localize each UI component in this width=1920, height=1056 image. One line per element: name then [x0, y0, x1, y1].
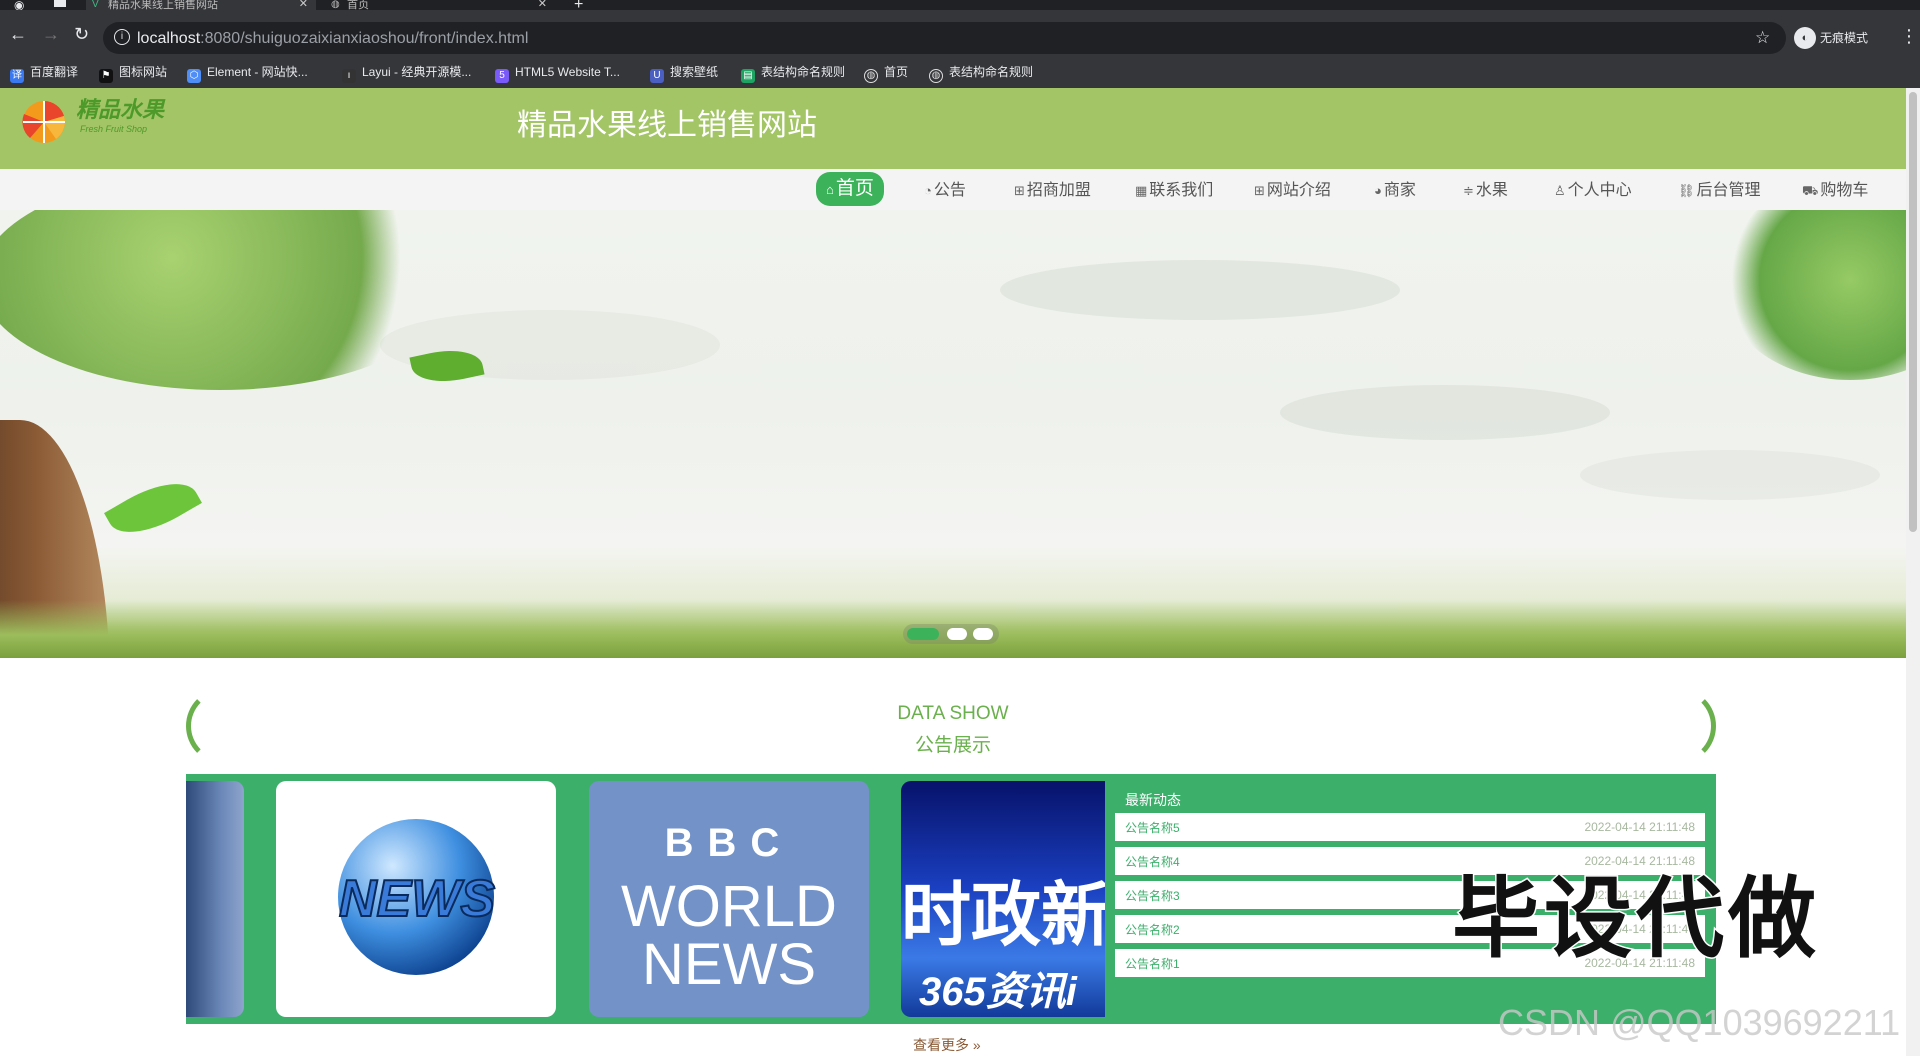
incognito-indicator[interactable]: ◐ 无痕模式: [1794, 26, 1868, 50]
flag-icon: ⚑: [99, 69, 113, 83]
nav-cart[interactable]: ⛟ 购物车: [1802, 178, 1868, 204]
gift-icon: ⊞: [1014, 183, 1025, 198]
url-host: localhost: [137, 30, 201, 47]
translate-icon: 译: [10, 69, 24, 83]
banner-carousel[interactable]: [0, 210, 1906, 658]
bookmark-star-icon[interactable]: ☆: [1755, 28, 1770, 48]
incognito-label: 无痕模式: [1820, 31, 1869, 45]
apps-icon: ⊞: [1254, 183, 1265, 198]
site-info-icon[interactable]: i: [114, 29, 130, 45]
element-icon: ⬡: [187, 69, 201, 83]
close-tab-icon[interactable]: ✕: [299, 0, 308, 10]
tree-foliage: [0, 210, 460, 390]
banner-cloud: [1580, 450, 1880, 500]
falling-leaf: [104, 468, 202, 548]
back-icon[interactable]: ←: [9, 24, 27, 44]
nav-user-center[interactable]: ♙ 个人中心: [1554, 178, 1632, 204]
news-title: 公告名称3: [1125, 889, 1180, 903]
nav-merchant[interactable]: ◕ 商家: [1374, 178, 1416, 204]
bookmark-item[interactable]: 5 HTML5 Website T...: [495, 62, 620, 83]
site-title: 精品水果线上销售网站: [517, 109, 817, 142]
user-icon: ♙: [1554, 183, 1566, 198]
carousel-dot[interactable]: [947, 628, 967, 640]
sliders-icon: ≑: [1463, 183, 1474, 198]
globe-icon: ◍: [331, 0, 340, 10]
bookmark-item[interactable]: ◍ 首页: [864, 62, 908, 83]
url-path: :8080/shuiguozaixianxiaoshou/front/index…: [200, 30, 529, 47]
forward-icon[interactable]: →: [42, 24, 60, 44]
grid-icon: ▦: [1135, 183, 1148, 198]
wallpaper-icon: U: [650, 69, 664, 83]
tab-search-icon[interactable]: [54, 0, 66, 7]
gauge-icon: ◔: [924, 183, 932, 198]
incognito-icon: ◐: [1794, 27, 1816, 49]
nav-franchise[interactable]: ⊞ 招商加盟: [1014, 178, 1091, 204]
globe-news-text: NEWS: [338, 869, 496, 929]
home-icon: ⌂: [826, 182, 834, 197]
url-text[interactable]: localhost:8080/shuiguozaixianxiaoshou/fr…: [137, 29, 528, 49]
news-date: 2022-04-14 21:11:48: [1584, 820, 1695, 834]
datashow-title-en: DATA SHOW: [897, 703, 1009, 724]
carousel-dot-active[interactable]: [907, 628, 939, 640]
bookmark-item[interactable]: 译百度翻译: [10, 62, 78, 83]
menu-kebab-icon[interactable]: ⋮: [1900, 26, 1918, 47]
carousel-dot[interactable]: [973, 628, 993, 640]
nav-home[interactable]: ⌂ 首页: [816, 172, 884, 206]
html5-icon: 5: [495, 69, 509, 83]
notice-card-bbc[interactable]: BBC WORLD NEWS: [589, 781, 869, 1017]
bookmark-item[interactable]: ı Layui - 经典开源模...: [342, 62, 471, 83]
bookmark-item[interactable]: U 搜索壁纸: [650, 62, 718, 83]
news-title: 公告名称5: [1125, 821, 1180, 835]
news-title: 公告名称2: [1125, 923, 1180, 937]
bookmark-item[interactable]: ⚑ 图标网站: [99, 62, 167, 83]
view-more-link[interactable]: 查看更多 »: [913, 1035, 981, 1055]
watermark: CSDN @QQ1039692211: [1498, 1002, 1901, 1043]
notice-card-globe[interactable]: NEWS: [276, 781, 556, 1017]
datashow-title-cn: 公告展示: [914, 735, 991, 756]
globe-icon: ◍: [929, 69, 943, 83]
logo-text: 精品水果: [76, 97, 165, 122]
cart-icon: ⛟: [1802, 183, 1819, 198]
bookmark-item[interactable]: ▤ 表结构命名规则: [741, 62, 845, 83]
notice-card-politics[interactable]: 时政新 365资讯i: [901, 781, 1105, 1017]
news-title: 公告名称1: [1125, 957, 1180, 971]
palette-icon: ◕: [1374, 183, 1382, 198]
globe-icon: ◍: [864, 69, 878, 83]
bookmark-item[interactable]: ⬡ Element - 网站快...: [187, 62, 308, 83]
nav-notice[interactable]: ◔ 公告: [924, 178, 966, 204]
news-title: 公告名称4: [1125, 855, 1180, 869]
scrollbar-thumb[interactable]: [1909, 92, 1917, 532]
link-icon: ⛓: [1678, 183, 1695, 198]
tab-title: 精品水果线上销售网站: [108, 0, 218, 10]
reload-icon[interactable]: ↻: [74, 24, 89, 44]
banner-cloud: [1000, 260, 1400, 320]
double-chevron-right-icon: »: [972, 1037, 981, 1053]
banner-cloud: [1280, 385, 1610, 440]
nav-contact[interactable]: ▦ 联系我们: [1135, 178, 1213, 204]
nav-fruit[interactable]: ≑ 水果: [1463, 178, 1508, 204]
notice-card-partial[interactable]: [186, 781, 244, 1017]
nav-admin[interactable]: ⛓ 后台管理: [1678, 178, 1761, 204]
bbc-text: BBC: [664, 821, 794, 865]
tab-2[interactable]: ◍ 首页 ✕: [325, 0, 555, 10]
politics-text: 时政新: [901, 876, 1105, 954]
site-header: [0, 88, 1906, 169]
logo-subtext: Fresh Fruit Shop: [80, 124, 148, 134]
close-tab-icon[interactable]: ✕: [538, 0, 547, 10]
overlay-text: 毕设代做: [1450, 868, 1821, 970]
bbc-world-text: WORLD: [621, 874, 837, 939]
news-row[interactable]: 公告名称5 2022-04-14 21:11:48: [1115, 813, 1705, 841]
right-foliage: [1720, 210, 1906, 380]
sheet-icon: ▤: [741, 69, 755, 83]
orange-logo-icon[interactable]: [20, 100, 68, 144]
bookmark-item[interactable]: ◍ 表结构命名规则: [929, 62, 1033, 83]
news-heading: 最新动态: [1125, 792, 1181, 808]
tab-1[interactable]: V 精品水果线上销售网站 ✕: [86, 0, 316, 10]
nav-about[interactable]: ⊞ 网站介绍: [1254, 178, 1331, 204]
politics-sub-text: 365资讯i: [919, 970, 1077, 1014]
vue-icon: V: [92, 0, 99, 10]
tab-title: 首页: [347, 0, 369, 10]
layui-icon: ı: [342, 69, 356, 83]
bbc-news-text: NEWS: [642, 932, 816, 997]
